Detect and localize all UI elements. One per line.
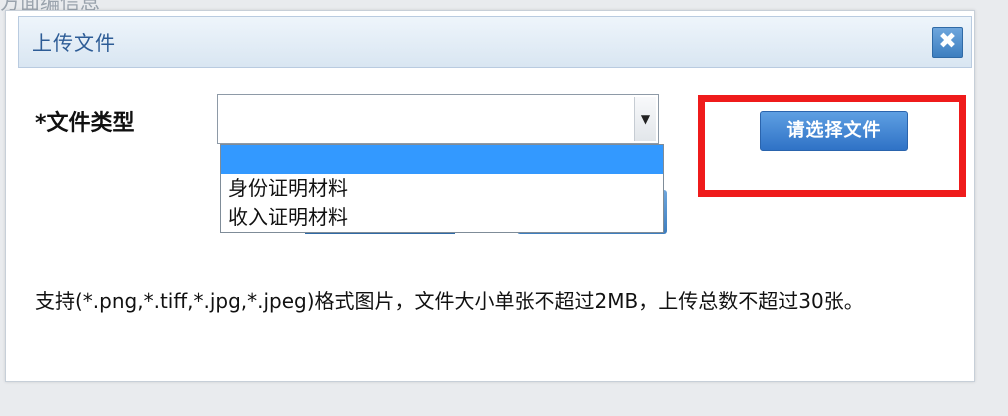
file-type-dropdown-list: 身份证明材料 收入证明材料 [220, 144, 664, 233]
dropdown-option-identity-proof[interactable]: 身份证明材料 [221, 174, 663, 203]
upload-hint-text: 支持(*.png,*.tiff,*.jpg,*.jpeg)格式图片，文件大小单张… [35, 289, 864, 313]
dialog-title: 上传文件 [32, 31, 116, 55]
close-icon[interactable]: ✖ [932, 27, 963, 58]
dialog-titlebar: 上传文件 ✖ [18, 16, 972, 68]
chevron-down-icon[interactable]: ▼ [634, 97, 656, 141]
choose-file-button[interactable]: 请选择文件 [760, 111, 908, 151]
file-type-label: *文件类型 [35, 111, 135, 136]
file-type-select[interactable]: ▼ [217, 94, 659, 144]
dropdown-option-empty[interactable] [221, 145, 663, 174]
dropdown-option-income-proof[interactable]: 收入证明材料 [221, 203, 663, 232]
